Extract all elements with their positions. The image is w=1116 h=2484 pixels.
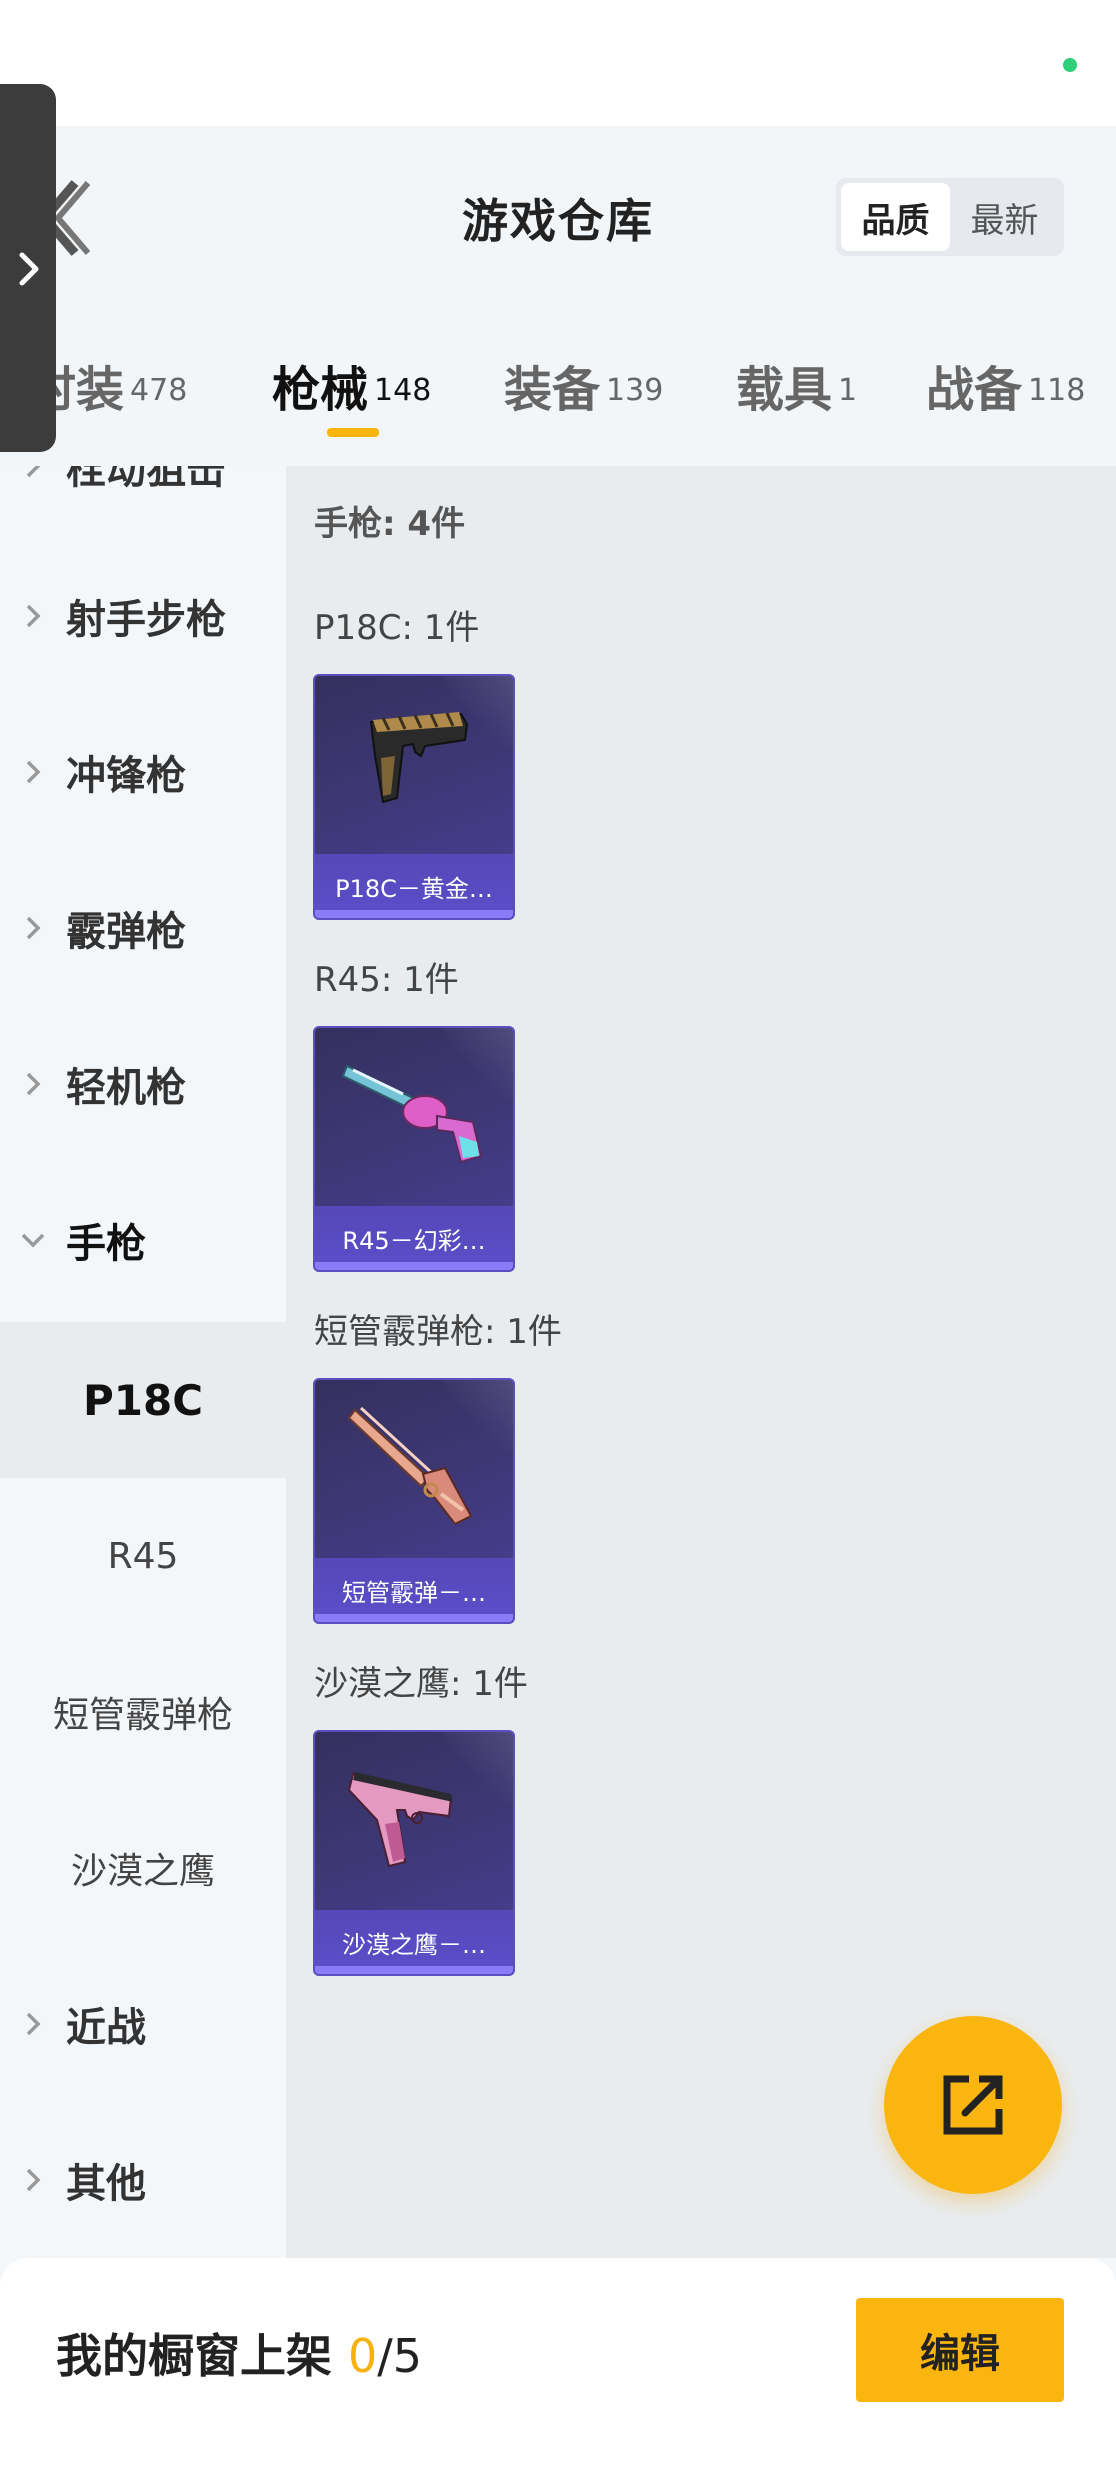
chevron-right-icon: [26, 1072, 41, 1096]
tab-count: 1: [838, 373, 858, 408]
showcase-total-count: 5: [392, 2329, 423, 2383]
item-name: 短管霰弹－…: [342, 1579, 486, 1607]
tab-vehicles[interactable]: 载具 1: [736, 350, 857, 420]
sort-newest-button[interactable]: 最新: [950, 183, 1059, 251]
tab-count: 118: [1028, 373, 1086, 408]
sort-quality-button[interactable]: 品质: [841, 183, 950, 251]
sort-segmented-control: 品质 最新: [836, 178, 1064, 256]
revolver-rainbow-icon: [341, 1064, 483, 1164]
sidebar-item-label: 手枪: [66, 1221, 146, 1267]
sidebar-item-marksman-rifle[interactable]: 射手步枪: [0, 538, 286, 694]
item-card-sawed-off[interactable]: 短管霰弹－…: [313, 1378, 515, 1624]
sidebar-item-label: 轻机枪: [66, 1065, 186, 1111]
drawer-handle[interactable]: [0, 84, 56, 452]
sidebar-item-smg[interactable]: 冲锋枪: [0, 694, 286, 850]
tab-count: 148: [374, 373, 432, 408]
pistol-gold-icon: [369, 712, 469, 804]
weapon-type-sidebar: 栓动狙击 射手步枪 冲锋枪 霰弹枪 轻机枪 手枪 P18C R45 短管霰弹枪 …: [0, 466, 286, 2258]
group-title: P18C: 1件: [314, 608, 480, 648]
tab-firearms[interactable]: 枪械 148: [272, 350, 431, 420]
edit-button[interactable]: 编辑: [856, 2298, 1064, 2402]
tab-label: 战备: [926, 362, 1023, 418]
tab-label: 载具: [736, 362, 833, 418]
showcase-count-text: 我的橱窗上架 0/5: [56, 2320, 422, 2386]
sidebar-subitem-p18c[interactable]: P18C: [0, 1322, 286, 1478]
section-title: 手枪: 4件: [314, 504, 466, 544]
chevron-right-icon: [26, 2012, 41, 2036]
showcase-footer: 我的橱窗上架 0/5 编辑: [0, 2258, 1116, 2484]
sidebar-item-label: 近战: [66, 2005, 146, 2051]
sidebar-item-label: 射手步枪: [66, 597, 226, 643]
sidebar-item-bolt-sniper[interactable]: 栓动狙击: [0, 466, 286, 544]
tab-equipment[interactable]: 装备 139: [504, 350, 663, 420]
chevron-right-icon: [26, 2168, 41, 2192]
tab-label: 装备: [504, 362, 601, 418]
chevron-right-icon: [26, 466, 41, 478]
group-title: R45: 1件: [314, 960, 459, 1000]
sidebar-item-label: 霰弹枪: [66, 909, 186, 955]
category-tabs: 时装 478 枪械 148 装备 139 载具 1 战备 118: [0, 340, 1116, 450]
sidebar-item-label: 其他: [66, 2161, 146, 2207]
item-card-desert-eagle[interactable]: 沙漠之鹰－…: [313, 1730, 515, 1976]
item-card-r45[interactable]: R45－幻彩…: [313, 1026, 515, 1272]
sidebar-item-pistol[interactable]: 手枪: [0, 1162, 286, 1318]
tab-count: 478: [130, 373, 188, 408]
active-tab-indicator: [327, 428, 379, 437]
tab-supplies[interactable]: 战备 118: [926, 350, 1085, 420]
chevron-right-icon: [19, 252, 39, 286]
status-bar: [0, 0, 1116, 126]
sidebar-subitem-desert-eagle[interactable]: 沙漠之鹰: [0, 1790, 286, 1946]
item-card-p18c[interactable]: P18C－黄金…: [313, 674, 515, 920]
item-grid-area: 手枪: 4件 P18C: 1件 P18C－黄金… R45: 1件 R45－幻彩……: [286, 466, 1116, 2258]
sidebar-item-lmg[interactable]: 轻机枪: [0, 1006, 286, 1162]
share-external-icon: [943, 2075, 1003, 2135]
showcase-label: 我的橱窗上架: [56, 2329, 332, 2383]
sawed-off-shotgun-icon: [347, 1406, 473, 1526]
chevron-right-icon: [26, 604, 41, 628]
chevron-down-icon: [21, 1233, 45, 1248]
showcase-slash: /: [377, 2329, 393, 2383]
tab-count: 139: [606, 373, 664, 408]
tab-label: 枪械: [272, 362, 369, 418]
sidebar-subitem-sawed-off[interactable]: 短管霰弹枪: [0, 1634, 286, 1790]
sidebar-item-label: 栓动狙击: [66, 466, 226, 493]
sidebar-item-other[interactable]: 其他: [0, 2102, 286, 2258]
chevron-right-icon: [26, 760, 41, 784]
showcase-used-count: 0: [348, 2329, 378, 2383]
item-name: P18C－黄金…: [335, 875, 493, 903]
sidebar-item-melee[interactable]: 近战: [0, 1946, 286, 2102]
status-dot: [1063, 58, 1077, 72]
desert-eagle-pink-icon: [347, 1772, 453, 1868]
sidebar-item-shotgun[interactable]: 霰弹枪: [0, 850, 286, 1006]
chevron-right-icon: [26, 916, 41, 940]
sidebar-item-label: 冲锋枪: [66, 753, 186, 799]
share-fab-button[interactable]: [884, 2016, 1062, 2194]
group-title: 短管霰弹枪: 1件: [314, 1312, 562, 1352]
item-name: R45－幻彩…: [342, 1227, 486, 1255]
group-title: 沙漠之鹰: 1件: [314, 1664, 528, 1704]
sidebar-subitem-r45[interactable]: R45: [0, 1478, 286, 1634]
item-name: 沙漠之鹰－…: [342, 1931, 486, 1959]
